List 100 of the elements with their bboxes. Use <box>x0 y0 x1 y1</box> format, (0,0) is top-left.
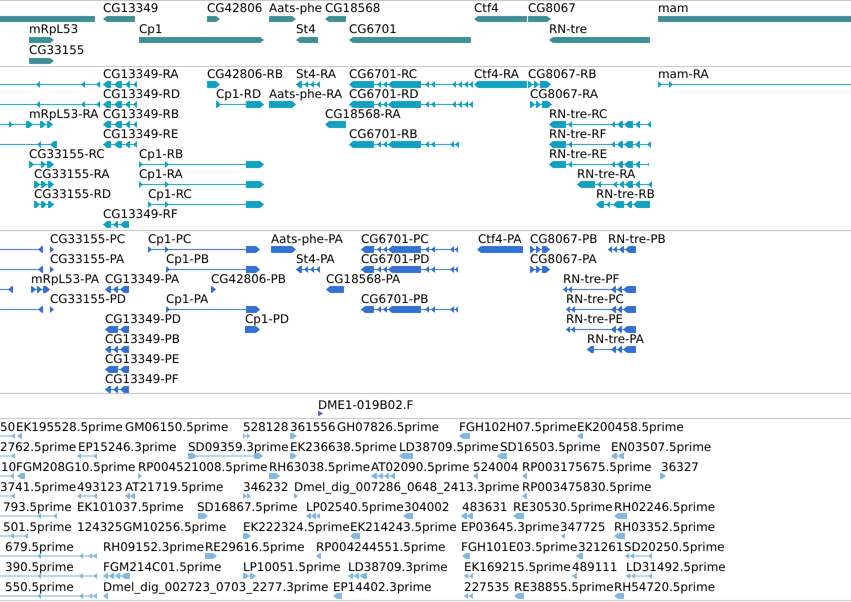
transcript-model[interactable] <box>103 81 137 88</box>
est-alignment[interactable] <box>522 473 527 479</box>
protein-model[interactable] <box>0 306 43 313</box>
transcript-model[interactable] <box>29 161 54 168</box>
protein-model[interactable] <box>566 326 636 333</box>
est-alignment[interactable] <box>188 453 263 459</box>
protein-model[interactable] <box>563 286 636 293</box>
protein-model[interactable] <box>105 386 129 393</box>
protein-model[interactable] <box>477 246 523 253</box>
protein-model[interactable] <box>245 326 260 333</box>
est-alignment[interactable] <box>333 593 342 599</box>
est-alignment[interactable] <box>625 553 652 559</box>
est-alignment[interactable] <box>243 533 251 539</box>
transcript-model[interactable] <box>549 141 651 148</box>
protein-model[interactable] <box>271 246 296 253</box>
protein-model[interactable] <box>105 346 129 353</box>
est-alignment[interactable] <box>103 593 108 599</box>
est-alignment[interactable] <box>77 493 97 499</box>
transcript-model[interactable] <box>0 101 100 108</box>
est-alignment[interactable] <box>614 593 624 599</box>
protein-model[interactable] <box>50 266 54 273</box>
transcript-model[interactable] <box>103 121 137 128</box>
transcript-model[interactable] <box>269 101 296 108</box>
est-alignment[interactable] <box>0 493 15 499</box>
est-alignment[interactable] <box>243 573 256 579</box>
est-alignment[interactable] <box>138 473 142 479</box>
clone-marker[interactable] <box>318 411 323 416</box>
protein-model[interactable] <box>31 286 50 293</box>
transcript-model[interactable] <box>216 101 264 108</box>
est-alignment[interactable] <box>243 493 251 499</box>
transcript-model[interactable] <box>549 121 651 128</box>
transcript-model[interactable] <box>577 181 652 188</box>
est-alignment[interactable] <box>626 573 652 579</box>
est-alignment[interactable] <box>0 453 15 459</box>
est-alignment[interactable] <box>522 493 527 499</box>
est-alignment[interactable] <box>614 513 627 519</box>
est-alignment[interactable] <box>464 573 473 579</box>
protein-model[interactable] <box>105 326 129 333</box>
protein-model[interactable] <box>105 286 129 293</box>
transcript-model[interactable] <box>296 81 320 88</box>
transcript-model[interactable] <box>103 141 137 148</box>
est-alignment[interactable] <box>316 553 321 559</box>
est-alignment[interactable] <box>103 573 130 579</box>
est-alignment[interactable] <box>461 513 473 519</box>
protein-model[interactable] <box>530 246 550 253</box>
est-alignment[interactable] <box>514 593 524 599</box>
transcript-model[interactable] <box>103 221 129 228</box>
gene-bar[interactable] <box>29 37 54 43</box>
est-alignment[interactable] <box>614 533 625 539</box>
protein-model[interactable] <box>530 266 550 273</box>
gene-bar[interactable] <box>549 37 650 43</box>
protein-model[interactable] <box>326 286 344 293</box>
gene-bar[interactable] <box>528 16 551 22</box>
transcript-model[interactable] <box>139 161 264 168</box>
gene-bar[interactable] <box>325 16 346 22</box>
est-alignment[interactable] <box>0 473 14 479</box>
est-alignment[interactable] <box>576 553 583 559</box>
est-alignment[interactable] <box>0 573 97 579</box>
est-alignment[interactable] <box>0 593 97 599</box>
est-alignment[interactable] <box>497 453 507 459</box>
gene-bar[interactable] <box>29 58 54 64</box>
est-alignment[interactable] <box>205 553 217 559</box>
est-alignment[interactable] <box>473 473 478 479</box>
est-alignment[interactable] <box>350 533 360 539</box>
est-alignment[interactable] <box>464 593 473 599</box>
est-alignment[interactable] <box>0 533 28 539</box>
est-alignment[interactable] <box>572 573 577 579</box>
protein-model[interactable] <box>566 306 636 313</box>
est-alignment[interactable] <box>462 553 470 559</box>
est-alignment[interactable] <box>399 453 413 459</box>
protein-model[interactable] <box>0 286 13 293</box>
protein-model[interactable] <box>296 266 320 273</box>
est-alignment[interactable] <box>269 473 280 479</box>
est-alignment[interactable] <box>577 433 583 439</box>
protein-model[interactable] <box>50 306 54 313</box>
est-alignment[interactable] <box>306 513 320 519</box>
protein-model[interactable] <box>148 246 260 253</box>
transcript-model[interactable] <box>34 181 54 188</box>
transcript-model[interactable] <box>528 81 551 88</box>
est-alignment[interactable] <box>561 533 565 539</box>
transcript-model[interactable] <box>530 101 552 108</box>
est-alignment[interactable] <box>348 573 367 579</box>
transcript-model[interactable] <box>349 141 459 148</box>
est-alignment[interactable] <box>513 513 524 519</box>
est-alignment[interactable] <box>290 453 297 459</box>
protein-model[interactable] <box>50 246 54 253</box>
gene-bar[interactable] <box>296 37 318 43</box>
protein-model[interactable] <box>211 286 216 293</box>
est-alignment[interactable] <box>0 553 97 559</box>
protein-model[interactable] <box>0 246 43 253</box>
est-alignment[interactable] <box>198 513 208 519</box>
est-alignment[interactable] <box>0 513 57 519</box>
est-alignment[interactable] <box>17 433 22 439</box>
transcript-model[interactable] <box>0 141 57 148</box>
transcript-model[interactable] <box>596 201 650 208</box>
est-alignment[interactable] <box>77 453 97 459</box>
transcript-model[interactable] <box>549 161 649 168</box>
est-alignment[interactable] <box>459 433 470 439</box>
transcript-model[interactable] <box>103 101 137 108</box>
transcript-model[interactable] <box>34 201 54 208</box>
